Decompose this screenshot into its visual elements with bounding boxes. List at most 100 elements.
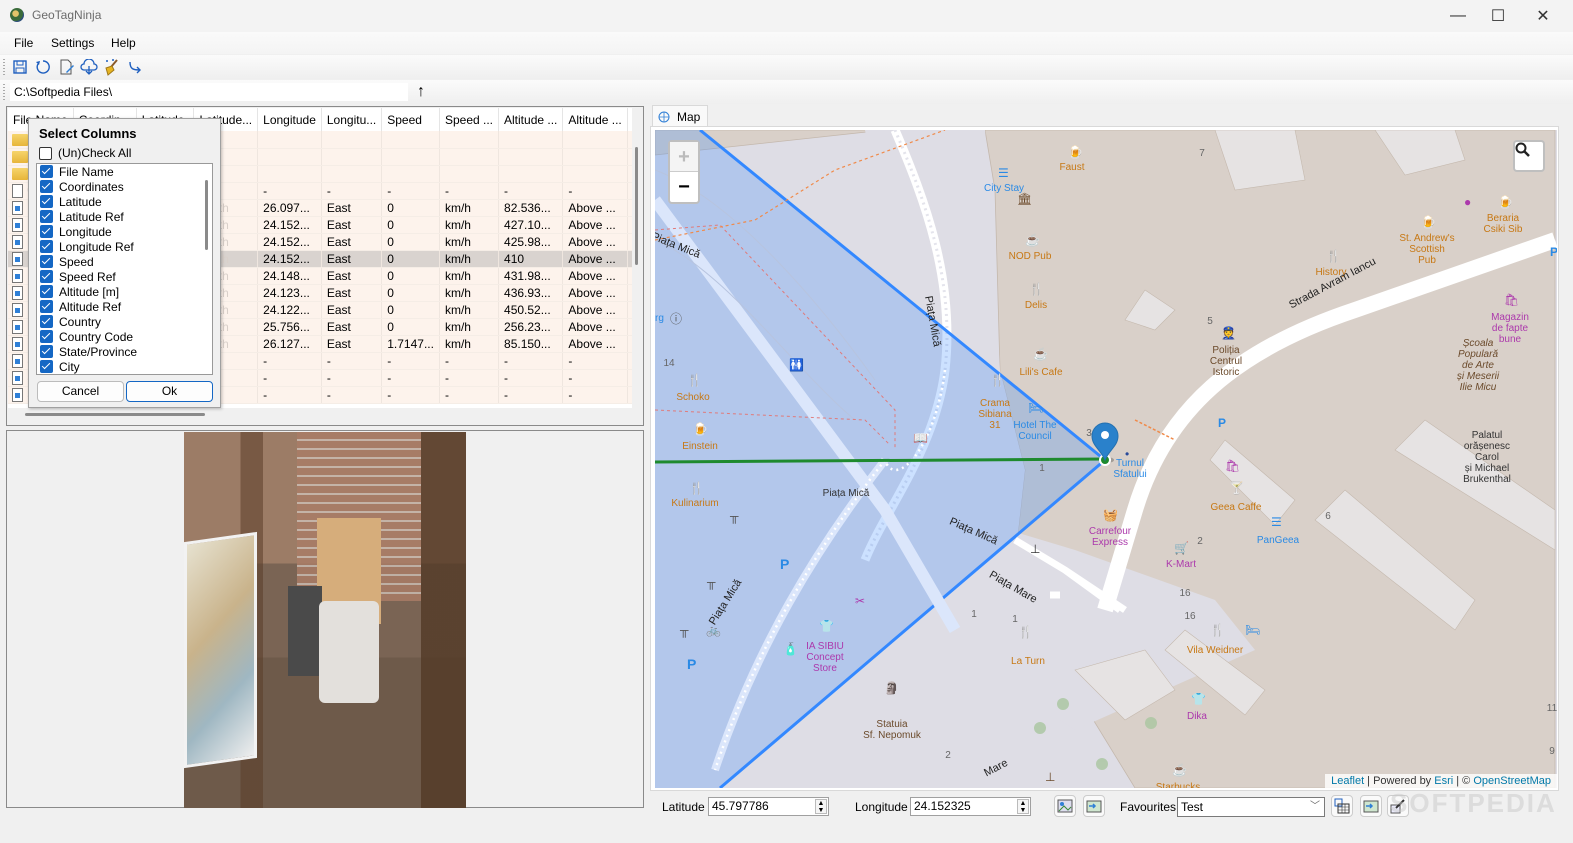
- map-search-button[interactable]: [1513, 140, 1545, 172]
- latitude-spinner[interactable]: ▲ ▼: [815, 799, 827, 814]
- edit-file-button[interactable]: [58, 58, 76, 76]
- hostel-icon[interactable]: ☰: [998, 167, 1009, 179]
- statue-icon[interactable]: 🗿: [884, 682, 899, 694]
- bicycle-rental-icon[interactable]: 🚲: [706, 624, 721, 636]
- close-button[interactable]: ✕: [1520, 0, 1566, 32]
- folder-path-input[interactable]: C:\Softpedia Files\: [10, 83, 408, 101]
- greengrocer-icon[interactable]: ●: [1464, 196, 1471, 208]
- map-poi-label[interactable]: Schoko: [676, 392, 709, 403]
- checkbox-icon[interactable]: [40, 195, 53, 208]
- column-header[interactable]: Altitude ...: [498, 108, 564, 131]
- cloud-download-button[interactable]: [80, 58, 98, 76]
- map-poi-label[interactable]: 6: [1325, 511, 1331, 522]
- column-header[interactable]: Altitude ...: [562, 108, 628, 131]
- column-checkbox-item[interactable]: Altitude Ref: [37, 299, 212, 314]
- map-poi-label[interactable]: Vila Weidner: [1187, 645, 1243, 656]
- column-checkbox-item[interactable]: Country: [37, 314, 212, 329]
- leaflet-link[interactable]: Leaflet: [1331, 775, 1364, 787]
- map-poi-label[interactable]: Einstein: [682, 441, 718, 452]
- openstreetmap-link[interactable]: OpenStreetMap: [1473, 775, 1551, 787]
- bar-icon[interactable]: 🍺: [1068, 146, 1083, 158]
- parking-icon[interactable]: P: [1550, 246, 1557, 258]
- map-poi-label[interactable]: Dika: [1187, 711, 1207, 722]
- map-view[interactable]: Faust City Stay NOD Pub Delis Lili's Cafe His…: [655, 130, 1557, 788]
- map-poi-label[interactable]: 1: [1012, 614, 1018, 625]
- checkbox-icon[interactable]: [40, 315, 53, 328]
- column-checkbox-item[interactable]: Longitude Ref: [37, 239, 212, 254]
- map-poi-label[interactable]: Kulinarium: [671, 498, 718, 509]
- map-poi-label[interactable]: 14: [663, 358, 674, 369]
- column-checkbox-item[interactable]: State/Province: [37, 344, 212, 359]
- column-header[interactable]: Longitu...: [321, 108, 383, 131]
- magic-broom-button[interactable]: [103, 58, 121, 76]
- checkbox-icon[interactable]: [40, 225, 53, 238]
- map-poi-label[interactable]: Statuia Sf. Nepomuk: [863, 719, 921, 741]
- attraction-dot-icon[interactable]: •: [1125, 448, 1129, 460]
- toilets-icon[interactable]: 🚻: [789, 359, 804, 371]
- library-icon[interactable]: 📖: [913, 432, 928, 444]
- column-checkbox-item[interactable]: Latitude: [37, 194, 212, 209]
- restaurant-icon[interactable]: 🍴: [687, 374, 702, 386]
- cafe-icon[interactable]: ☕: [1033, 348, 1048, 360]
- cancel-button[interactable]: Cancel: [37, 381, 124, 402]
- map-poi-label[interactable]: 3: [1086, 428, 1092, 439]
- bar-icon[interactable]: 🍺: [1421, 216, 1436, 228]
- redo-button[interactable]: [126, 58, 144, 76]
- checkbox-icon[interactable]: [40, 255, 53, 268]
- column-checkbox-item[interactable]: Longitude: [37, 224, 212, 239]
- checkbox-icon[interactable]: [40, 300, 53, 313]
- map-poi-label[interactable]: Școala Populară de Arte și Meserii Ilie …: [1457, 338, 1499, 393]
- column-header[interactable]: Speed ...: [439, 108, 500, 131]
- map-poi-label[interactable]: PanGeea: [1257, 535, 1299, 546]
- map-poi-label[interactable]: Faust: [1059, 162, 1084, 173]
- cocktail-bar-icon[interactable]: 🍸: [1229, 482, 1244, 494]
- hotel-icon[interactable]: 🛏: [1028, 402, 1043, 414]
- hostel-icon[interactable]: ☰: [1271, 516, 1282, 528]
- longitude-spinner[interactable]: ▲ ▼: [1017, 799, 1029, 814]
- apply-to-image-button[interactable]: [1083, 795, 1105, 817]
- map-poi-label[interactable]: Crama Sibiana 31: [978, 398, 1011, 431]
- checkbox-icon[interactable]: [40, 345, 53, 358]
- checklist-scrollbar[interactable]: [205, 180, 208, 250]
- checkbox-icon[interactable]: [40, 165, 53, 178]
- information-icon[interactable]: ⓘ: [670, 313, 682, 325]
- map-poi-label[interactable]: La Turn: [1011, 656, 1045, 667]
- column-header[interactable]: Longitude: [257, 108, 322, 131]
- map-poi-label[interactable]: 16: [1179, 588, 1190, 599]
- map-poi-label[interactable]: Poliția Centrul Istoric: [1210, 345, 1242, 378]
- column-checkbox-item[interactable]: Speed Ref: [37, 269, 212, 284]
- restaurant-icon[interactable]: 🍴: [1326, 250, 1341, 262]
- map-poi-label[interactable]: Piața Mică: [823, 488, 870, 499]
- shop-cart-icon[interactable]: 🛒: [1174, 542, 1189, 554]
- restaurant-icon[interactable]: 🍴: [990, 374, 1005, 386]
- cafe-icon[interactable]: ☕: [1172, 764, 1187, 776]
- get-from-map-button[interactable]: [1054, 795, 1076, 817]
- map-poi-label[interactable]: 7: [1199, 148, 1205, 159]
- checkbox-icon[interactable]: [40, 270, 53, 283]
- folder-up-button[interactable]: ↑: [412, 82, 430, 102]
- map-poi-label[interactable]: K-Mart: [1166, 559, 1196, 570]
- bench-icon[interactable]: ╥: [730, 510, 739, 522]
- restaurant-icon[interactable]: 🍴: [1029, 283, 1044, 295]
- map-poi-label[interactable]: 11: [1547, 703, 1557, 714]
- column-checkbox-item[interactable]: Altitude [m]: [37, 284, 212, 299]
- restaurant-icon[interactable]: 🍴: [1018, 626, 1033, 638]
- vertical-scrollbar[interactable]: [635, 147, 638, 265]
- checkbox-icon[interactable]: [40, 360, 53, 373]
- map-poi-label[interactable]: 16: [1184, 611, 1195, 622]
- horizontal-scrollbar[interactable]: [25, 413, 205, 416]
- longitude-input[interactable]: 24.152325 ▲ ▼: [910, 797, 1031, 816]
- hairdresser-icon[interactable]: ✂: [855, 595, 865, 607]
- map-poi-label[interactable]: IA SIBIU Concept Store: [806, 641, 844, 674]
- bench-icon[interactable]: ╥: [680, 624, 689, 636]
- column-header[interactable]: Co: [627, 108, 632, 131]
- checkbox-icon[interactable]: [40, 210, 53, 223]
- zoom-out-button[interactable]: −: [670, 172, 698, 202]
- map-poi-label[interactable]: Starbucks: [1156, 782, 1200, 788]
- column-checkbox-item[interactable]: Latitude Ref: [37, 209, 212, 224]
- map-poi-label[interactable]: 9: [1549, 746, 1555, 757]
- restaurant-icon[interactable]: 🍴: [689, 482, 704, 494]
- gift-shop-icon[interactable]: 🛍: [1225, 460, 1240, 472]
- cosmetics-icon[interactable]: 🧴: [783, 643, 798, 655]
- column-checkbox-item[interactable]: City: [37, 359, 212, 374]
